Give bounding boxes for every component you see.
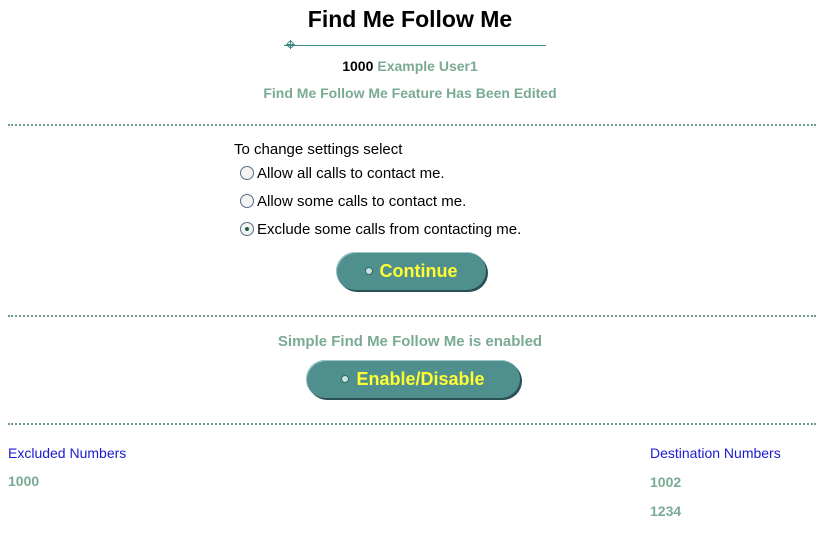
destination-numbers-header: Destination Numbers bbox=[650, 445, 781, 461]
bullet-icon bbox=[341, 375, 350, 383]
option-label: Exclude some calls from contacting me. bbox=[257, 220, 522, 238]
option-allow-all[interactable]: Allow all calls to contact me. bbox=[240, 163, 445, 183]
excluded-number: 1000 bbox=[8, 473, 40, 489]
settings-prompt: To change settings select bbox=[234, 141, 403, 158]
destination-number: 1234 bbox=[650, 503, 682, 519]
section-divider bbox=[8, 315, 816, 317]
continue-button[interactable]: Continue bbox=[336, 252, 486, 290]
edit-status-message: Find Me Follow Me Feature Has Been Edite… bbox=[263, 85, 557, 101]
destination-number: 1002 bbox=[650, 474, 682, 490]
simple-fmfm-status: Simple Find Me Follow Me is enabled bbox=[277, 333, 543, 350]
section-divider bbox=[8, 423, 816, 425]
radio-button-selected[interactable] bbox=[240, 222, 254, 236]
bullet-icon bbox=[364, 267, 373, 275]
page-title: Find Me Follow Me bbox=[307, 6, 513, 32]
user-identity: 1000 Example User1 bbox=[0, 58, 820, 74]
enable-disable-button[interactable]: Enable/Disable bbox=[306, 360, 520, 398]
radio-button[interactable] bbox=[240, 166, 254, 180]
title-underline bbox=[284, 45, 546, 46]
radio-button[interactable] bbox=[240, 194, 254, 208]
option-label: Allow all calls to contact me. bbox=[257, 164, 445, 182]
option-allow-some[interactable]: Allow some calls to contact me. bbox=[240, 191, 466, 211]
excluded-numbers-header: Excluded Numbers bbox=[8, 445, 127, 461]
crosshair-icon bbox=[286, 40, 295, 49]
user-name: Example User1 bbox=[377, 58, 478, 74]
option-label: Allow some calls to contact me. bbox=[257, 192, 467, 210]
enable-disable-label: Enable/Disable bbox=[356, 368, 485, 389]
option-exclude-some[interactable]: Exclude some calls from contacting me. bbox=[240, 219, 521, 239]
continue-label: Continue bbox=[379, 260, 458, 281]
user-extension: 1000 bbox=[342, 58, 374, 74]
section-divider bbox=[8, 124, 816, 126]
